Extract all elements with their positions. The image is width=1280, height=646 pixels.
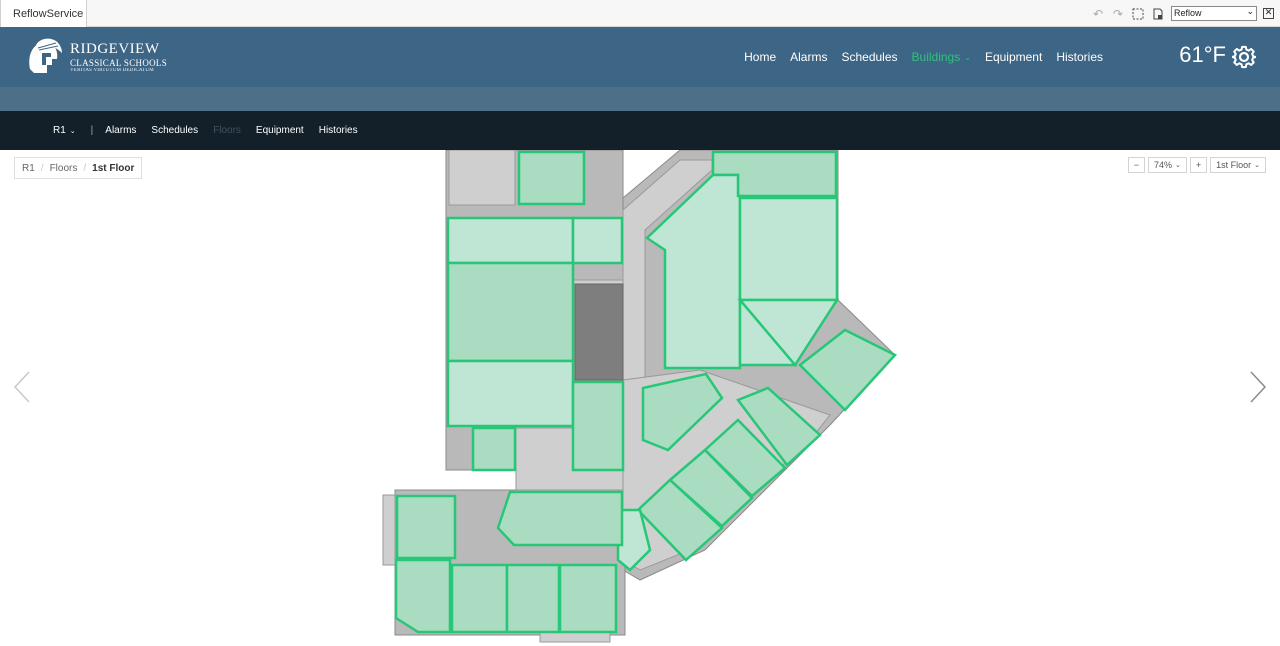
window-tabstrip: ReflowService ↶ ↷ Reflow ⌄ ✕ xyxy=(0,0,1280,27)
floor-view: R1 / Floors / 1st Floor − 74% ⌄ + 1st Fl… xyxy=(0,150,1280,646)
subnav-histories[interactable]: Histories xyxy=(319,125,358,136)
logo-text: RIDGEVIEW CLASSICAL SCHOOLS VERITAS VIRT… xyxy=(70,41,167,73)
nav-home-label: Home xyxy=(744,50,777,64)
zone-room[interactable] xyxy=(571,216,624,265)
school-logo[interactable]: RIDGEVIEW CLASSICAL SCHOOLS VERITAS VIRT… xyxy=(20,35,170,79)
floor-select[interactable]: 1st Floor ⌄ xyxy=(1210,157,1266,173)
chevron-down-icon: ⌄ xyxy=(964,52,971,62)
breadcrumb: R1 / Floors / 1st Floor xyxy=(14,157,143,179)
south-steps xyxy=(539,631,611,643)
chevron-down-icon: ⌄ xyxy=(69,126,76,135)
tab-label: ReflowService xyxy=(13,8,84,20)
breadcrumb-separator: / xyxy=(83,162,87,174)
zoom-level-select[interactable]: 74% ⌄ xyxy=(1147,157,1187,173)
nav-schedules-label: Schedules xyxy=(841,50,898,64)
breadcrumb-current: 1st Floor xyxy=(92,162,135,174)
zone-room[interactable] xyxy=(395,494,457,560)
zone-room[interactable] xyxy=(450,563,509,634)
view-select-value: Reflow xyxy=(1174,8,1202,18)
nav-equipment[interactable]: Equipment xyxy=(978,50,1049,64)
zone-room[interactable] xyxy=(394,558,452,634)
zoom-in-button[interactable]: + xyxy=(1189,157,1208,173)
zone-room[interactable] xyxy=(446,359,575,428)
subnav-histories-label: Histories xyxy=(318,125,358,136)
breadcrumb-building[interactable]: R1 xyxy=(22,163,35,174)
floor-plan[interactable] xyxy=(0,150,1280,646)
floor-select-value: 1st Floor xyxy=(1216,160,1252,170)
chevron-right-icon[interactable] xyxy=(1248,370,1268,404)
chevron-down-icon: ⌄ xyxy=(1174,161,1181,169)
restroom-block xyxy=(574,283,624,381)
nav-histories-label: Histories xyxy=(1056,50,1103,64)
zone-room[interactable] xyxy=(446,216,575,265)
window-tools: ↶ ↷ Reflow ⌄ ✕ xyxy=(1091,0,1280,27)
nav-buildings-label: Buildings xyxy=(911,50,961,64)
logo-line-2: CLASSICAL SCHOOLS xyxy=(70,58,168,68)
nav-equipment-label: Equipment xyxy=(984,50,1043,64)
main-nav: Home Alarms Schedules Buildings ⌄ Equipme… xyxy=(737,27,1110,87)
building-selector[interactable]: R1 ⌄ xyxy=(53,125,76,136)
document-icon[interactable] xyxy=(1151,7,1165,21)
outdoor-temperature: 61°F xyxy=(1179,42,1226,67)
zone-room[interactable] xyxy=(738,196,839,302)
app-header: RIDGEVIEW CLASSICAL SCHOOLS VERITAS VIRT… xyxy=(0,27,1280,87)
subnav-equipment[interactable]: Equipment xyxy=(256,125,304,136)
zone-room[interactable] xyxy=(517,150,586,206)
nav-buildings[interactable]: Buildings ⌄ xyxy=(905,50,978,64)
zoom-controls: − 74% ⌄ + 1st Floor ⌄ xyxy=(1127,157,1266,173)
logo-line-3: VERITAS VIRTUTUM DEDICATUM xyxy=(70,68,154,73)
redo-icon[interactable]: ↷ xyxy=(1111,7,1125,21)
undo-icon[interactable]: ↶ xyxy=(1091,7,1105,21)
gear-icon[interactable] xyxy=(1232,45,1256,69)
nav-schedules[interactable]: Schedules xyxy=(834,50,904,64)
nav-histories[interactable]: Histories xyxy=(1049,50,1110,64)
subnav-alarms-label: Alarms xyxy=(105,125,137,136)
subnav-floors-label: Floors xyxy=(213,125,241,136)
building-selector-label: R1 xyxy=(53,125,66,136)
header-band xyxy=(0,87,1280,111)
chevron-left-icon[interactable] xyxy=(12,370,32,404)
zoom-out-button[interactable]: − xyxy=(1127,157,1145,173)
subnav-floors[interactable]: Floors xyxy=(213,125,241,136)
north-west-office xyxy=(448,150,516,206)
zone-room[interactable] xyxy=(571,380,625,472)
nav-home[interactable]: Home xyxy=(737,50,783,64)
subnav-alarms[interactable]: Alarms xyxy=(105,125,136,136)
zone-room[interactable] xyxy=(505,563,561,634)
nav-alarms-label: Alarms xyxy=(790,50,828,64)
spartan-helmet-icon xyxy=(29,38,62,73)
breadcrumb-floors[interactable]: Floors xyxy=(50,163,78,174)
zoom-level-value: 74% xyxy=(1153,160,1172,170)
subnav-schedules-label: Schedules xyxy=(151,125,199,136)
close-icon[interactable]: ✕ xyxy=(1263,8,1274,19)
view-select[interactable]: Reflow ⌄ xyxy=(1171,6,1257,21)
zone-room[interactable] xyxy=(496,490,624,547)
tab-reflow-service[interactable]: ReflowService xyxy=(0,0,87,27)
building-subnav: R1 ⌄ | Alarms Schedules Floors Equipment… xyxy=(0,111,1280,150)
breadcrumb-separator: / xyxy=(40,162,44,174)
zone-room[interactable] xyxy=(446,261,575,363)
chevron-down-icon: ⌄ xyxy=(1254,161,1260,169)
zone-room[interactable] xyxy=(471,426,517,472)
zone-room[interactable] xyxy=(558,563,618,634)
subnav-schedules[interactable]: Schedules xyxy=(151,125,198,136)
logo-line-1: RIDGEVIEW xyxy=(70,41,160,57)
subnav-separator: | xyxy=(90,125,94,136)
chevron-down-icon: ⌄ xyxy=(1246,7,1254,17)
subnav-equipment-label: Equipment xyxy=(255,125,304,136)
nav-alarms[interactable]: Alarms xyxy=(783,50,834,64)
select-area-icon[interactable] xyxy=(1131,7,1145,21)
south-west-ledge xyxy=(382,494,396,566)
